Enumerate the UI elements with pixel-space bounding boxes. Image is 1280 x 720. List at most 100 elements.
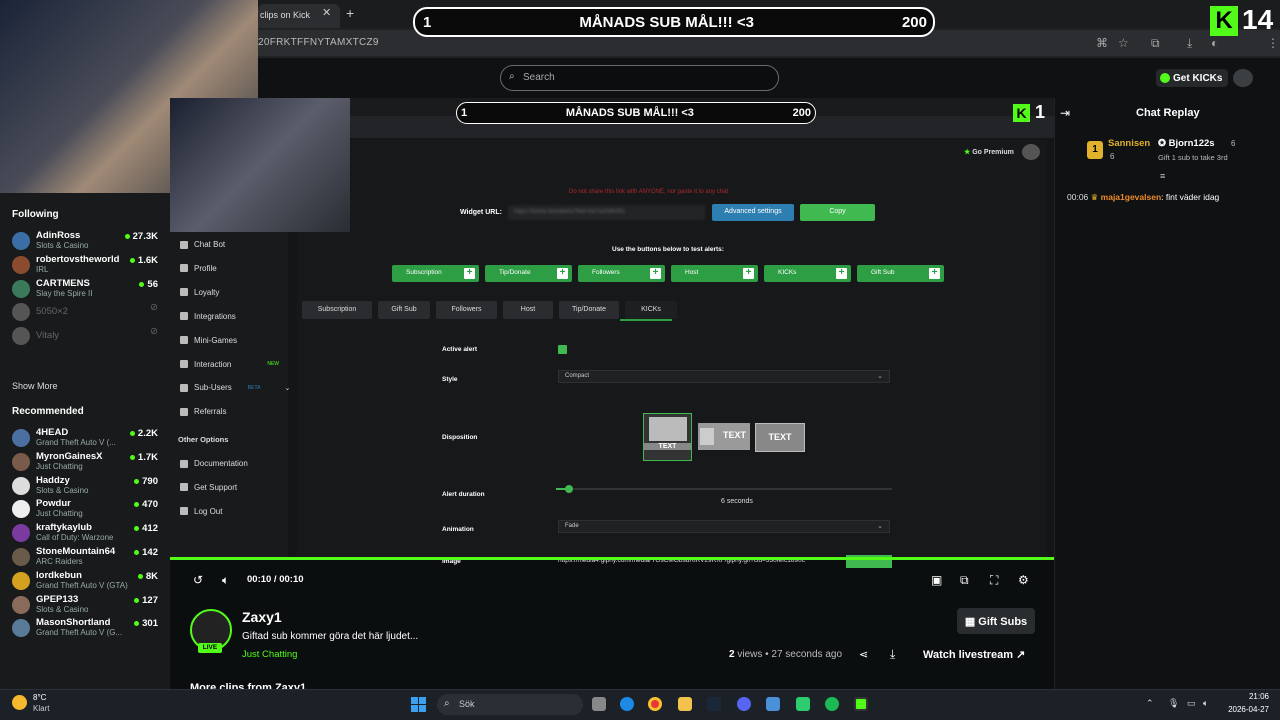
profile-icon[interactable]: ◐ (1211, 36, 1218, 50)
disposition-option-overlay[interactable]: TEXT (755, 423, 805, 452)
test-alert-button[interactable]: Gift Sub + (857, 265, 944, 282)
test-alert-button[interactable]: Host + (671, 265, 758, 282)
download-icon[interactable]: ⤓ (890, 647, 895, 662)
channel-item[interactable]: Powdur Just Chatting 470 (12, 497, 162, 521)
test-alert-button[interactable]: Followers + (578, 265, 665, 282)
channel-item[interactable]: MyronGainesX Just Chatting 1.7K (12, 450, 162, 474)
channel-item[interactable]: robertovstheworld IRL 1.6K (12, 253, 162, 277)
test-alert-button[interactable]: Subscription + (392, 265, 479, 282)
downloads-icon[interactable]: ⤓ (1187, 36, 1192, 51)
alert-tab[interactable]: Followers (436, 301, 497, 319)
duration-slider-handle[interactable] (565, 485, 573, 493)
notes-icon[interactable] (766, 697, 780, 711)
volume-icon[interactable]: 🔈︎ (222, 573, 229, 588)
style-select[interactable]: Compact ⌄ (558, 370, 890, 383)
fullscreen-icon[interactable]: ⛶ (990, 573, 998, 588)
collapse-chat-icon[interactable]: ⇥ (1060, 106, 1070, 120)
show-more-link[interactable]: Show More (12, 381, 58, 391)
dashboard-nav-item[interactable]: Referrals (180, 407, 226, 416)
disposition-option-side[interactable]: TEXT (698, 423, 750, 450)
gift-subs-button[interactable]: ▦ Gift Subs (957, 608, 1035, 634)
replay-icon[interactable]: ↺ (193, 573, 203, 587)
expand-pinned-icon[interactable]: ≡ (1160, 171, 1165, 181)
other-nav-item[interactable]: Log Out (180, 507, 222, 516)
weather-icon[interactable] (12, 695, 27, 710)
channel-item[interactable]: 4HEAD Grand Theft Auto V (... 2.2K (12, 426, 162, 450)
dashboard-nav-item[interactable]: Integrations (180, 312, 236, 321)
spotify-icon[interactable] (825, 697, 839, 711)
settings-gear-icon[interactable]: ⚙ (1018, 573, 1029, 587)
copy-button[interactable]: Copy (800, 204, 875, 221)
channel-item[interactable]: lordkebun Grand Theft Auto V (GTA) 8K (12, 569, 162, 593)
widget-url-field[interactable]: https://botrix.live/alerts?bid=9a7sd28fe… (508, 205, 705, 220)
weather-temperature[interactable]: 8°C (33, 693, 46, 702)
app-icon[interactable] (796, 697, 810, 711)
other-nav-item[interactable]: Documentation (180, 459, 248, 468)
alert-tab[interactable]: Tip/Donate (559, 301, 619, 319)
channel-item[interactable]: CARTMENS Slay the Spire II 56 (12, 277, 162, 301)
channel-item[interactable]: kraftykaylub Call of Duty: Warzone 412 (12, 521, 162, 545)
dashboard-nav-item[interactable]: Loyalty (180, 288, 219, 297)
alert-tab[interactable]: Host (503, 301, 553, 319)
test-alert-button[interactable]: KICKs + (764, 265, 851, 282)
extensions-icon[interactable]: ⧉ (1151, 36, 1160, 51)
animation-select[interactable]: Fade ⌄ (558, 520, 890, 533)
file-explorer-icon[interactable] (678, 697, 692, 711)
channel-item[interactable]: AdinRoss Slots & Casino 27.3K (12, 229, 162, 253)
taskbar-time[interactable]: 21:06 (1219, 692, 1269, 701)
channel-item[interactable]: 5050×2 ⊘ (12, 300, 162, 324)
get-kicks-button[interactable]: Get KICKs (1156, 69, 1228, 87)
user-avatar[interactable] (1233, 69, 1253, 87)
test-alert-button[interactable]: Tip/Donate + (485, 265, 572, 282)
dashboard-nav-item[interactable]: Mini-Games (180, 336, 237, 345)
watch-livestream-link[interactable]: Watch livestream ↗ (923, 648, 1025, 661)
search-input[interactable]: Search (500, 65, 779, 91)
task-view-icon[interactable] (592, 697, 606, 711)
duration-slider-track[interactable] (556, 488, 892, 490)
translate-icon[interactable]: ⌘ (1096, 36, 1108, 50)
theater-mode-icon[interactable]: ▣ (931, 573, 942, 587)
taskbar-date[interactable]: 2026-04-27 (1199, 705, 1269, 714)
chevron-down-icon[interactable]: ⌄ (285, 384, 291, 392)
channel-item[interactable]: Vitaly ⊘ (12, 324, 162, 348)
taskbar-search[interactable]: Sök (437, 694, 583, 715)
dashboard-nav-item[interactable]: Chat Bot (180, 240, 225, 249)
channel-name[interactable]: Zaxy1 (242, 609, 282, 625)
other-nav-item[interactable]: Get Support (180, 483, 237, 492)
bookmark-star-icon[interactable]: ☆ (1118, 36, 1129, 50)
channel-item[interactable]: GPEP133 Slots & Casino 127 (12, 593, 162, 617)
channel-item[interactable]: MasonShortland Grand Theft Auto V (G... 30… (12, 616, 162, 640)
discord-icon[interactable] (737, 697, 751, 711)
disposition-option-stacked[interactable]: TEXT (643, 413, 692, 461)
weather-text[interactable]: Klart (33, 704, 49, 713)
alert-tab[interactable]: Subscription (302, 301, 372, 319)
dashboard-avatar[interactable] (1022, 144, 1040, 160)
top-gifter-name[interactable]: Sannisen (1108, 138, 1150, 149)
dashboard-nav-item[interactable]: Profile (180, 264, 217, 273)
windows-start-icon[interactable] (411, 697, 426, 712)
go-premium-link[interactable]: ★ Go Premium (964, 148, 1014, 156)
chrome-icon[interactable] (648, 697, 662, 711)
edge-icon[interactable] (620, 697, 634, 711)
video-progress-bar[interactable] (170, 557, 1054, 560)
close-tab-icon[interactable]: ✕ (322, 6, 331, 19)
download-app-icon[interactable] (854, 697, 868, 711)
chat-message-user[interactable]: maja1gevalsen (1101, 192, 1161, 202)
microphone-icon[interactable]: 🎙︎ (1168, 698, 1179, 709)
alert-tab[interactable]: Gift Sub (378, 301, 430, 319)
dashboard-nav-item[interactable]: Sub-Users BETA ⌄ (180, 383, 290, 392)
share-icon[interactable]: ⋖ (859, 648, 868, 661)
second-gifter-name[interactable]: ✪ Bjorn122s (1158, 138, 1215, 149)
channel-item[interactable]: StoneMountain64 ARC Raiders 142 (12, 545, 162, 569)
steam-icon[interactable] (707, 697, 721, 711)
tray-chevron-icon[interactable]: ⌃ (1146, 698, 1154, 709)
channel-item[interactable]: Haddzy Slots & Casino 790 (12, 474, 162, 498)
menu-dots-icon[interactable]: ⋮ (1267, 36, 1279, 50)
dashboard-nav-item[interactable]: Interaction NEW (180, 360, 279, 369)
active-alert-checkbox[interactable] (558, 345, 567, 354)
alert-tab[interactable]: KICKs (625, 301, 677, 319)
picture-in-picture-icon[interactable]: ⧉ (960, 573, 969, 588)
clip-category[interactable]: Just Chatting (242, 649, 297, 660)
network-icon[interactable]: ▭ (1187, 698, 1196, 709)
advanced-settings-button[interactable]: Advanced settings (712, 204, 794, 221)
